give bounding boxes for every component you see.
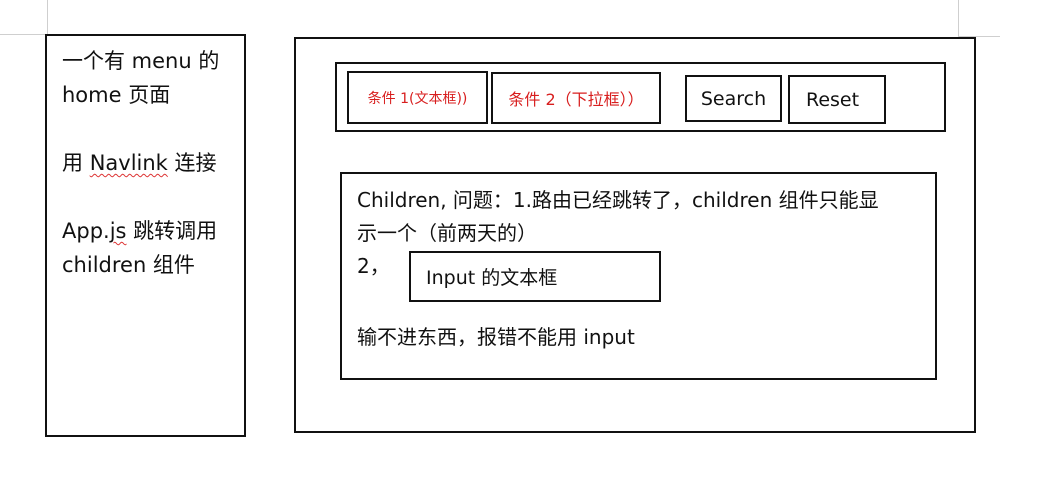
search-button[interactable]: Search [685,75,782,122]
search-button-label: Search [700,87,767,110]
menu-panel: 一个有 menu 的 home 页面 用 Navlink 连接 App.js 跳… [45,34,246,437]
children-line-3: 输不进东西，报错不能用 input [357,325,635,349]
condition-2-dropdown[interactable]: 条件 2（下拉框）） [491,72,661,124]
navlink-text: Navlink [89,151,168,175]
children-line-1: Children, 问题：1.路由已经跳转了，children 组件只能显 [357,188,879,212]
menu-line-3: 用 Navlink 连接 [62,146,242,180]
menu-line-1: 一个有 menu 的 [62,49,220,73]
reset-button[interactable]: Reset [788,75,886,124]
menu-line-4-suffix: 跳转调用 [126,219,218,243]
menu-line-3-suffix: 连接 [167,151,217,175]
children-num-2: 2， [357,254,390,278]
page-corner-mark-left [47,0,48,34]
reset-button-label: Reset [806,88,860,111]
children-text: Children, 问题：1.路由已经跳转了，children 组件只能显 示一… [357,184,932,250]
children-line-2: 示一个（前两天的） [357,221,537,245]
menu-line-4: App.js 跳转调用 [62,214,242,248]
menu-line-4-prefix: App. [62,219,110,243]
condition-2-label: 条件 2（下拉框）） [508,90,644,109]
menu-line-3-prefix: 用 [62,151,90,175]
menu-line-2: home 页面 [62,83,171,107]
input-textbox-label: Input 的文本框 [426,267,558,289]
js-text: js [109,219,127,243]
menu-panel-text: 一个有 menu 的 home 页面 用 Navlink 连接 App.js 跳… [62,44,242,282]
condition-1-textbox[interactable]: 条件 1(文本框)) [347,71,488,124]
page-corner-mark-left-h [0,34,47,35]
input-textbox[interactable]: Input 的文本框 [409,251,661,302]
page-corner-mark-right [958,0,959,36]
menu-line-5: children 组件 [62,253,195,277]
condition-1-label: 条件 1(文本框)) [367,90,468,107]
